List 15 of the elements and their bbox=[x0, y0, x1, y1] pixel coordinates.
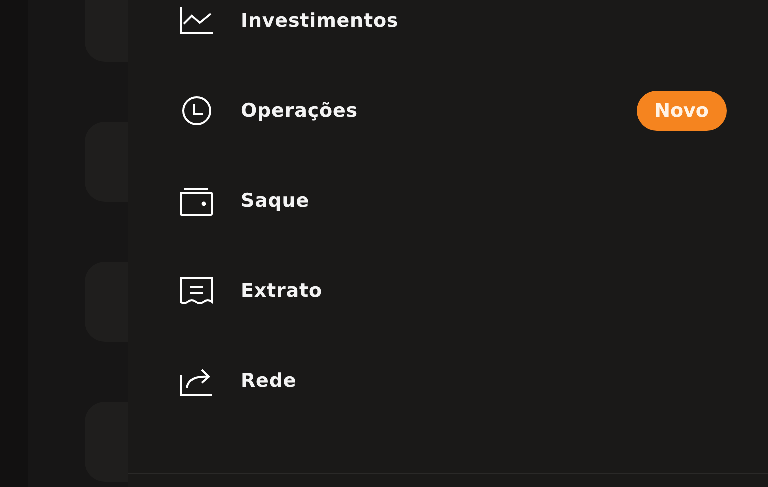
menu-item[interactable]: Rede bbox=[180, 336, 727, 426]
menu-item[interactable]: Operações Novo bbox=[180, 66, 727, 156]
menu-item[interactable]: Saque bbox=[180, 156, 727, 246]
menu-label: Extrato bbox=[241, 280, 322, 302]
menu-label: Operações bbox=[241, 100, 358, 122]
menu-label: Rede bbox=[241, 370, 297, 392]
clock-icon bbox=[180, 96, 214, 126]
menu-label: Investimentos bbox=[241, 10, 399, 32]
menu-label: Saque bbox=[241, 190, 310, 212]
menu-item[interactable]: Extrato bbox=[180, 246, 727, 336]
new-badge: Novo bbox=[636, 91, 727, 131]
wallet-icon bbox=[180, 186, 214, 216]
receipt-icon bbox=[180, 276, 214, 306]
chart-icon bbox=[180, 6, 214, 36]
menu-item[interactable]: Investimentos bbox=[180, 0, 727, 66]
